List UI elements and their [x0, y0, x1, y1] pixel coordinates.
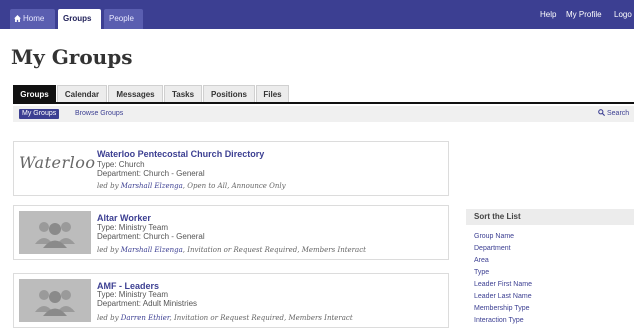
sort-option-area[interactable]: Area	[474, 257, 489, 264]
group-department: Department: Church - General	[97, 232, 205, 241]
sort-option-interaction-type[interactable]: Interaction Type	[474, 317, 524, 324]
home-icon	[14, 15, 21, 22]
help-link[interactable]: Help	[540, 9, 556, 21]
browse-groups-link[interactable]: Browse Groups	[75, 109, 123, 119]
led-by-prefix: led by	[97, 246, 119, 254]
search-label: Search	[607, 110, 630, 117]
group-led-by: led by Darren Ethier, Invitation or Requ…	[97, 314, 353, 322]
sort-option-type[interactable]: Type	[474, 269, 489, 276]
group-card-amf-leaders[interactable]: AMF - Leaders Type: Ministry Team Depart…	[13, 273, 449, 328]
sort-option-leader-first-name[interactable]: Leader First Name	[474, 281, 532, 288]
group-title-link[interactable]: Waterloo Pentecostal Church Directory	[97, 149, 264, 159]
nav-tab-people[interactable]: People	[104, 9, 143, 29]
nav-tab-groups-label: Groups	[63, 14, 92, 23]
leader-link[interactable]: Marshall Elzenga	[121, 246, 183, 254]
sort-panel-header: Sort the List	[466, 209, 634, 225]
led-by-prefix: led by	[97, 182, 119, 190]
led-by-prefix: led by	[97, 314, 119, 322]
nav-tab-people-label: People	[109, 14, 134, 23]
logout-link[interactable]: Logo	[614, 9, 632, 21]
tab-tasks[interactable]: Tasks	[164, 85, 202, 102]
group-avatar	[19, 211, 91, 254]
tab-groups[interactable]: Groups	[13, 85, 56, 102]
tab-divider	[13, 102, 634, 104]
nav-tab-home-label: Home	[23, 14, 45, 23]
leader-link[interactable]: Darren Ethier	[121, 314, 170, 322]
group-title-link[interactable]: Altar Worker	[97, 213, 151, 223]
group-card-altar-worker[interactable]: Altar Worker Type: Ministry Team Departm…	[13, 205, 449, 260]
search-icon	[598, 109, 605, 116]
group-department: Department: Church - General	[97, 169, 205, 178]
group-settings-text: , Open to All, Announce Only	[182, 182, 286, 190]
nav-tab-home[interactable]: Home	[10, 9, 55, 29]
waterloo-logo-text: Waterloo	[19, 153, 96, 172]
group-type: Type: Ministry Team	[97, 223, 168, 232]
group-led-by: led by Marshall Elzenga, Open to All, An…	[97, 182, 286, 190]
group-avatar	[19, 279, 91, 322]
group-type: Type: Ministry Team	[97, 290, 168, 299]
people-group-icon	[35, 290, 75, 316]
sort-option-department[interactable]: Department	[474, 245, 511, 252]
group-type: Type: Church	[97, 160, 145, 169]
tab-messages[interactable]: Messages	[108, 85, 163, 102]
nav-tab-groups[interactable]: Groups	[58, 9, 101, 29]
sort-option-membership-type[interactable]: Membership Type	[474, 305, 530, 312]
group-settings-text: , Invitation or Request Required, Member…	[182, 246, 366, 254]
sub-navigation-bar: My Groups Browse Groups Search	[13, 106, 634, 122]
top-navigation-bar: Home Groups People Help My Profile Logo	[0, 0, 634, 29]
page-title: My Groups	[11, 45, 133, 69]
group-department: Department: Adult Ministries	[97, 299, 198, 308]
leader-link[interactable]: Marshall Elzenga	[121, 182, 183, 190]
my-groups-filter[interactable]: My Groups	[19, 109, 60, 119]
group-settings-text: , Invitation or Request Required, Member…	[169, 314, 353, 322]
sort-option-leader-last-name[interactable]: Leader Last Name	[474, 293, 532, 300]
group-logo: Waterloo	[19, 147, 96, 190]
search-link[interactable]: Search	[598, 109, 629, 119]
sort-option-group-name[interactable]: Group Name	[474, 233, 514, 240]
group-card-waterloo[interactable]: Waterloo Waterloo Pentecostal Church Dir…	[13, 141, 449, 196]
tab-files[interactable]: Files	[256, 85, 289, 102]
tab-calendar[interactable]: Calendar	[57, 85, 107, 102]
tab-positions[interactable]: Positions	[203, 85, 255, 102]
group-led-by: led by Marshall Elzenga, Invitation or R…	[97, 246, 366, 254]
people-group-icon	[35, 222, 75, 248]
my-profile-link[interactable]: My Profile	[566, 9, 602, 21]
